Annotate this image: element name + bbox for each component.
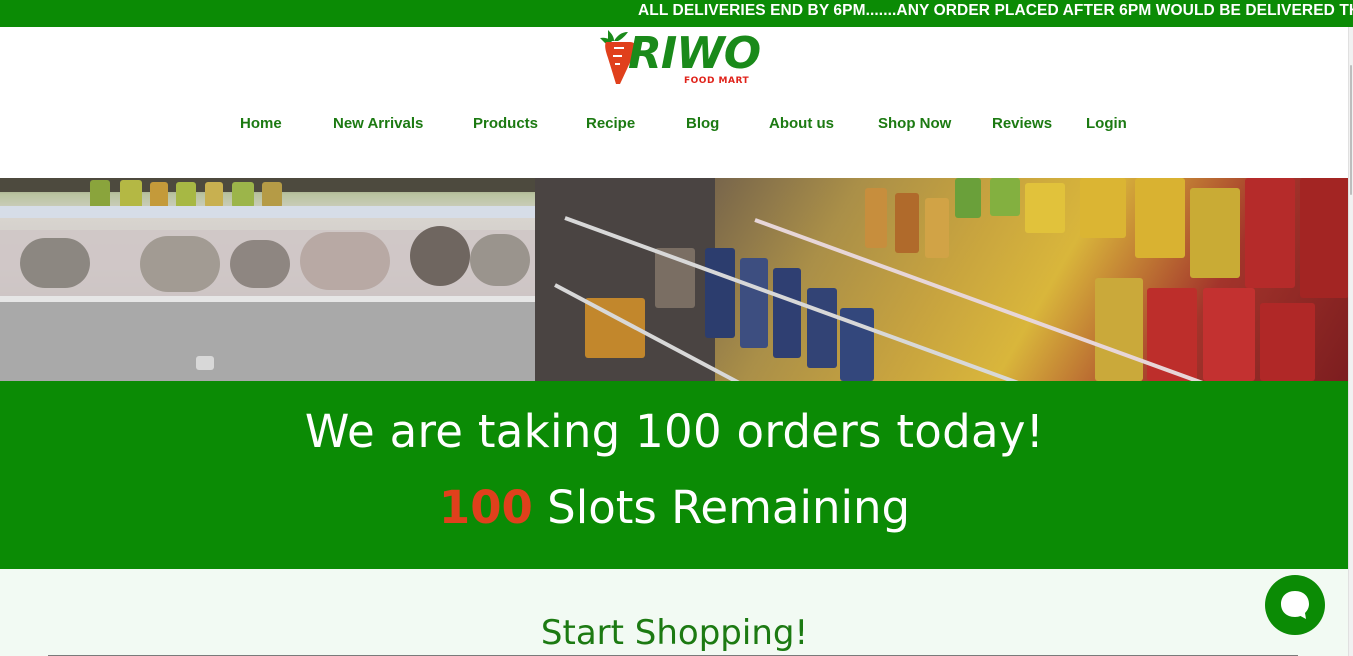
page-scrollbar[interactable] xyxy=(1348,27,1353,656)
slots-label: Slots Remaining xyxy=(547,481,911,534)
logo-subtitle: FOOD MART xyxy=(684,76,750,86)
slots-remaining: 100 Slots Remaining xyxy=(0,481,1349,534)
hero-freezer-photo xyxy=(0,178,535,381)
site-logo[interactable]: RIWO FOOD MART xyxy=(598,28,761,90)
ticker-text: ALL DELIVERIES END BY 6PM.......ANY ORDE… xyxy=(638,2,1353,19)
orders-title: We are taking 100 orders today! xyxy=(304,405,1045,458)
nav-recipe[interactable]: Recipe xyxy=(586,115,635,132)
nav-new-arrivals[interactable]: New Arrivals xyxy=(333,115,423,132)
nav-about-us[interactable]: About us xyxy=(769,115,834,132)
chat-button[interactable] xyxy=(1265,575,1325,635)
start-shopping-heading: Start Shopping! xyxy=(540,613,809,653)
orders-banner: We are taking 100 orders today! 100 Slot… xyxy=(0,381,1349,569)
main-nav: Home New Arrivals Products Recipe Blog A… xyxy=(0,115,1353,137)
nav-reviews[interactable]: Reviews xyxy=(992,115,1052,132)
nav-login[interactable]: Login xyxy=(1086,115,1127,132)
hero-banner-image xyxy=(0,178,1349,381)
hero-shelf-photo xyxy=(535,178,1349,381)
nav-products[interactable]: Products xyxy=(473,115,538,132)
announcement-ticker: ALL DELIVERIES END BY 6PM.......ANY ORDE… xyxy=(0,0,1353,27)
slots-count: 100 xyxy=(438,481,533,534)
nav-blog[interactable]: Blog xyxy=(686,115,719,132)
nav-shop-now[interactable]: Shop Now xyxy=(878,115,951,132)
scrollbar-thumb[interactable] xyxy=(1350,65,1352,195)
logo-wordmark: RIWO xyxy=(628,28,761,79)
nav-home[interactable]: Home xyxy=(240,115,282,132)
start-shopping-section: Start Shopping! xyxy=(0,569,1349,656)
chat-bubble-icon xyxy=(1281,591,1309,619)
page: ALL DELIVERIES END BY 6PM.......ANY ORDE… xyxy=(0,0,1353,656)
